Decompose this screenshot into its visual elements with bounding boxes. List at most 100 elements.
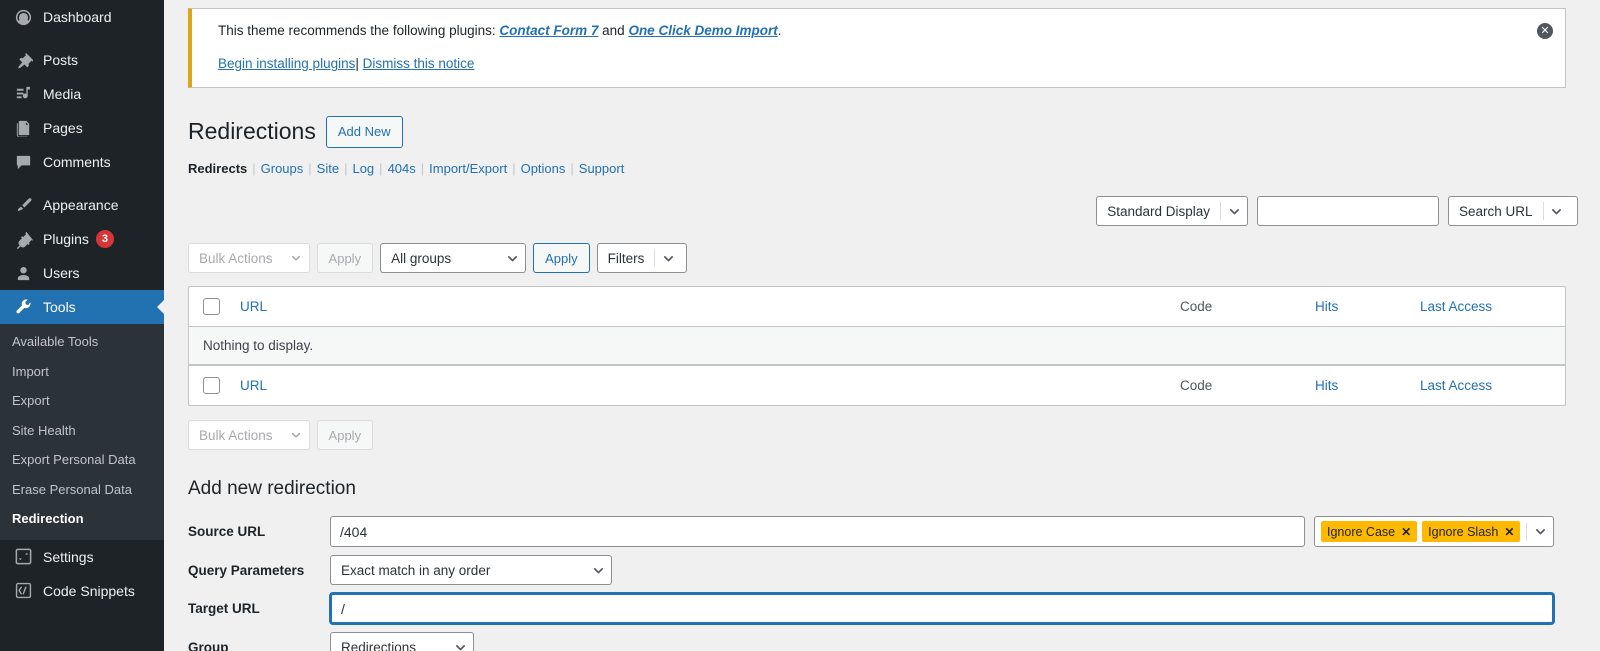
add-new-button[interactable]: Add New <box>325 115 403 149</box>
submenu-item-available-tools[interactable]: Available Tools <box>0 327 164 357</box>
pages-icon <box>12 118 34 138</box>
sidebar-item-posts[interactable]: Posts <box>0 43 164 77</box>
search-input[interactable] <box>1257 196 1439 227</box>
tools-submenu: Available Tools Import Export Site Healt… <box>0 324 164 540</box>
apply-bulk-button-bottom[interactable]: Apply <box>316 420 374 451</box>
source-url-input[interactable]: /404 <box>330 516 1305 548</box>
chevron-down-icon[interactable] <box>1527 525 1553 538</box>
sidebar-item-comments[interactable]: Comments <box>0 145 164 179</box>
sidebar-item-settings[interactable]: Settings <box>0 540 164 574</box>
sidebar-item-label: Settings <box>43 548 94 565</box>
chevron-down-icon <box>283 429 309 441</box>
sidebar-item-label: Code Snippets <box>43 582 135 599</box>
group-select[interactable]: Redirections <box>330 632 474 651</box>
query-parameters-label: Query Parameters <box>188 562 305 578</box>
bulk-actions-select[interactable]: Bulk Actions <box>188 243 310 274</box>
notice-text-after: . <box>777 23 782 38</box>
tab-separator: | <box>252 161 256 177</box>
search-toolbar: Standard Display Search URL <box>186 196 1578 227</box>
submenu-item-import[interactable]: Import <box>0 357 164 387</box>
query-parameters-value: Exact match in any order <box>341 562 491 578</box>
sidebar-divider <box>0 34 164 43</box>
pin-icon <box>12 50 34 70</box>
dismiss-this-notice-link[interactable]: Dismiss this notice <box>363 56 475 71</box>
sidebar-item-code-snippets[interactable]: Code Snippets <box>0 574 164 608</box>
submenu-item-site-health[interactable]: Site Health <box>0 416 164 446</box>
close-icon[interactable]: ✕ <box>1537 23 1553 39</box>
chevron-down-icon <box>447 641 473 651</box>
submenu-item-redirection[interactable]: Redirection <box>0 504 164 534</box>
tab-import-export[interactable]: Import/Export <box>429 161 507 176</box>
sliders-icon <box>12 547 34 567</box>
apply-bulk-button[interactable]: Apply <box>316 243 374 274</box>
column-header-code: Code <box>1180 299 1213 315</box>
bulk-actions-select-bottom[interactable]: Bulk Actions <box>188 420 310 451</box>
column-footer-last-access[interactable]: Last Access <box>1420 378 1565 393</box>
target-url-input[interactable]: / <box>330 593 1554 625</box>
page-title: Redirections <box>188 117 316 144</box>
sidebar-item-dashboard[interactable]: Dashboard <box>0 0 164 34</box>
tab-groups[interactable]: Groups <box>261 161 304 176</box>
tab-site[interactable]: Site <box>317 161 339 176</box>
page-header: Redirections Add New <box>188 115 1578 149</box>
sidebar-item-label: Appearance <box>43 197 119 213</box>
contact-form-7-link[interactable]: Contact Form 7 <box>499 23 598 38</box>
select-all-checkbox-footer[interactable] <box>203 377 220 395</box>
chevron-down-icon <box>655 252 681 265</box>
column-header-hits[interactable]: Hits <box>1315 299 1420 314</box>
display-mode-value: Standard Display <box>1107 203 1210 219</box>
tab-redirects[interactable]: Redirects <box>188 161 247 176</box>
chevron-down-icon <box>499 252 525 265</box>
group-row: Group Redirections <box>188 632 1578 651</box>
display-mode-select[interactable]: Standard Display <box>1096 196 1248 227</box>
submenu-item-export-personal-data[interactable]: Export Personal Data <box>0 445 164 475</box>
sidebar-item-label: Tools <box>43 299 76 315</box>
query-parameters-select[interactable]: Exact match in any order <box>330 555 612 586</box>
apply-filter-button[interactable]: Apply <box>533 243 590 274</box>
tab-options[interactable]: Options <box>521 161 566 176</box>
admin-page: Dashboard Posts Media Pages Comments App… <box>0 0 1600 651</box>
tab-separator: | <box>344 161 348 177</box>
sidebar-item-tools[interactable]: Tools <box>0 290 164 324</box>
close-icon[interactable]: ✕ <box>1504 525 1514 539</box>
submenu-item-export[interactable]: Export <box>0 386 164 416</box>
column-footer-url[interactable]: URL <box>240 378 1180 393</box>
one-click-demo-import-link[interactable]: One Click Demo Import <box>628 23 777 38</box>
begin-installing-plugins-link[interactable]: Begin installing plugins <box>218 56 355 71</box>
sidebar-item-label: Plugins <box>43 231 89 247</box>
filters-select[interactable]: Filters <box>596 243 687 274</box>
search-type-value: Search URL <box>1459 203 1533 219</box>
table-footer-row: URL Code Hits Last Access <box>189 365 1565 405</box>
column-footer-code: Code <box>1180 378 1213 394</box>
chip-ignore-case[interactable]: Ignore Case ✕ <box>1321 521 1418 543</box>
comments-icon <box>12 152 34 172</box>
source-flags-select[interactable]: Ignore Case ✕ Ignore Slash ✕ <box>1314 516 1554 548</box>
column-footer-hits[interactable]: Hits <box>1315 378 1420 393</box>
column-header-last-access[interactable]: Last Access <box>1420 299 1565 314</box>
column-header-url[interactable]: URL <box>240 299 1180 314</box>
close-icon[interactable]: ✕ <box>1401 525 1411 539</box>
sidebar-item-users[interactable]: Users <box>0 256 164 290</box>
sidebar-item-label: Comments <box>43 154 111 170</box>
sidebar-divider <box>0 179 164 188</box>
tab-support[interactable]: Support <box>579 161 625 176</box>
sidebar-item-appearance[interactable]: Appearance <box>0 188 164 222</box>
tab-404s[interactable]: 404s <box>388 161 416 176</box>
sidebar-item-pages[interactable]: Pages <box>0 111 164 145</box>
redirection-tabs: Redirects | Groups | Site | Log | 404s | Import/Ex… <box>188 161 1578 176</box>
select-all-checkbox[interactable] <box>203 298 220 316</box>
chip-label: Ignore Case <box>1327 524 1396 539</box>
sidebar-item-plugins[interactable]: Plugins 3 <box>0 222 164 256</box>
search-type-select[interactable]: Search URL <box>1448 196 1578 227</box>
chip-ignore-slash[interactable]: Ignore Slash ✕ <box>1422 521 1521 543</box>
notice-separator: | <box>355 56 359 72</box>
notice-text: This theme recommends the following plug… <box>218 21 1553 41</box>
sidebar-item-media[interactable]: Media <box>0 77 164 111</box>
bulk-actions-toolbar: Bulk Actions Apply All groups Apply Filt… <box>188 243 1578 274</box>
tab-log[interactable]: Log <box>352 161 374 176</box>
submenu-item-erase-personal-data[interactable]: Erase Personal Data <box>0 475 164 505</box>
plugin-recommendation-notice: This theme recommends the following plug… <box>188 8 1566 88</box>
group-filter-select[interactable]: All groups <box>380 243 527 274</box>
table-header-row: URL Code Hits Last Access <box>189 287 1565 328</box>
target-url-row: Target URL / <box>188 593 1578 625</box>
